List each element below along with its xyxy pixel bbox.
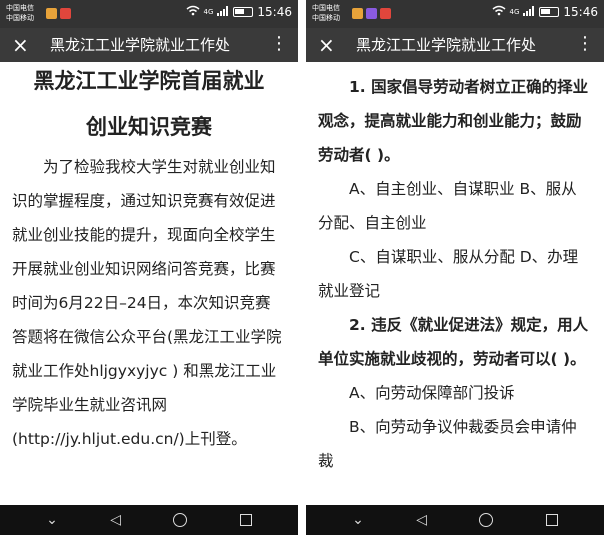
left-screen: 中国电信 中国移动 4G 15:46 × 黑龙江工业学院就业工作处 ⋮ 黑龙江工… (0, 0, 298, 535)
clock: 15:46 (563, 5, 598, 19)
carrier-1: 中国电信 (6, 4, 34, 12)
battery-icon (233, 7, 254, 17)
question-1-options-ab: A、自主创业、自谋职业 B、服从分配、自主创业 (318, 180, 577, 232)
recent-apps-icon[interactable] (545, 514, 558, 526)
signal-icon (217, 5, 229, 19)
back-icon[interactable]: ◁ (110, 513, 121, 527)
question-1: 1. 国家倡导劳动者树立正确的择业观念，提高就业能力和创业能力；鼓励劳动者( )… (318, 78, 589, 164)
question-2-option-a: A、向劳动保障部门投诉 (349, 384, 515, 402)
navigation-bar: ⌄ ◁ (0, 505, 298, 535)
right-screen: 中国电信 中国移动 4G 15:46 × 黑龙江工业学院就业工作处 ⋮ 1. 国… (306, 0, 604, 535)
more-menu-icon[interactable]: ⋮ (576, 33, 594, 55)
question-1-options-cd: C、自谋职业、服从分配 D、办理就业登记 (318, 248, 579, 300)
app-notification-icon (352, 8, 363, 19)
app-notification-icon (60, 8, 71, 19)
carrier-1: 中国电信 (312, 4, 340, 12)
status-indicators: 4G 15:46 (492, 5, 598, 19)
close-icon[interactable]: × (318, 32, 335, 58)
home-icon[interactable] (479, 513, 494, 527)
status-indicators: 4G 15:46 (186, 5, 292, 19)
app-notification-icon (380, 8, 391, 19)
status-bar: 中国电信 中国移动 4G 15:46 (0, 0, 298, 28)
signal-icon (523, 5, 535, 19)
back-icon[interactable]: ◁ (416, 513, 427, 527)
wifi-icon (492, 5, 506, 19)
clock: 15:46 (257, 5, 292, 19)
screen-divider (298, 0, 306, 535)
app-bar: × 黑龙江工业学院就业工作处 ⋮ (306, 28, 604, 62)
network-type: 4G (203, 8, 214, 16)
app-notification-icon (366, 8, 377, 19)
status-bar: 中国电信 中国移动 4G 15:46 (306, 0, 604, 28)
network-type: 4G (509, 8, 520, 16)
app-notification-icon (46, 8, 57, 19)
navigation-bar: ⌄ ◁ (306, 505, 604, 535)
app-bar: × 黑龙江工业学院就业工作处 ⋮ (0, 28, 298, 62)
page-title: 黑龙江工业学院就业工作处 (50, 36, 231, 54)
article-url-line: (http://jy.hljut.edu.cn/)上刊登。 (12, 430, 247, 448)
quiz-content[interactable]: 1. 国家倡导劳动者树立正确的择业观念，提高就业能力和创业能力；鼓励劳动者( )… (306, 62, 604, 505)
article-title-line2: 创业知识竞赛 (86, 115, 212, 139)
collapse-icon[interactable]: ⌄ (352, 513, 364, 527)
collapse-icon[interactable]: ⌄ (46, 513, 58, 527)
carrier-2: 中国移动 (312, 14, 340, 22)
question-2: 2. 违反《就业促进法》规定，用人单位实施就业歧视的，劳动者可以( )。 (318, 316, 589, 368)
notification-icons (352, 8, 391, 19)
article-content[interactable]: 黑龙江工业学院首届就业 创业知识竞赛 为了检验我校大学生对就业创业知识的掌握程度… (0, 62, 298, 505)
carrier-labels: 中国电信 中国移动 (312, 3, 340, 23)
question-2-option-b: B、向劳动争议仲裁委员会申请仲裁 (318, 418, 577, 470)
article-paragraph: 为了检验我校大学生对就业创业知识的掌握程度，通过知识竞赛有效促进就业创业技能的提… (12, 158, 282, 414)
more-menu-icon[interactable]: ⋮ (270, 33, 288, 55)
battery-icon (539, 7, 560, 17)
article-title-line1: 黑龙江工业学院首届就业 (33, 69, 265, 93)
close-icon[interactable]: × (12, 32, 29, 58)
notification-icons (46, 8, 71, 19)
carrier-2: 中国移动 (6, 14, 34, 22)
wifi-icon (186, 5, 200, 19)
page-title: 黑龙江工业学院就业工作处 (356, 36, 537, 54)
recent-apps-icon[interactable] (239, 514, 252, 526)
article-title: 黑龙江工业学院首届就业 创业知识竞赛 (12, 66, 286, 142)
home-icon[interactable] (173, 513, 188, 527)
carrier-labels: 中国电信 中国移动 (6, 3, 34, 23)
